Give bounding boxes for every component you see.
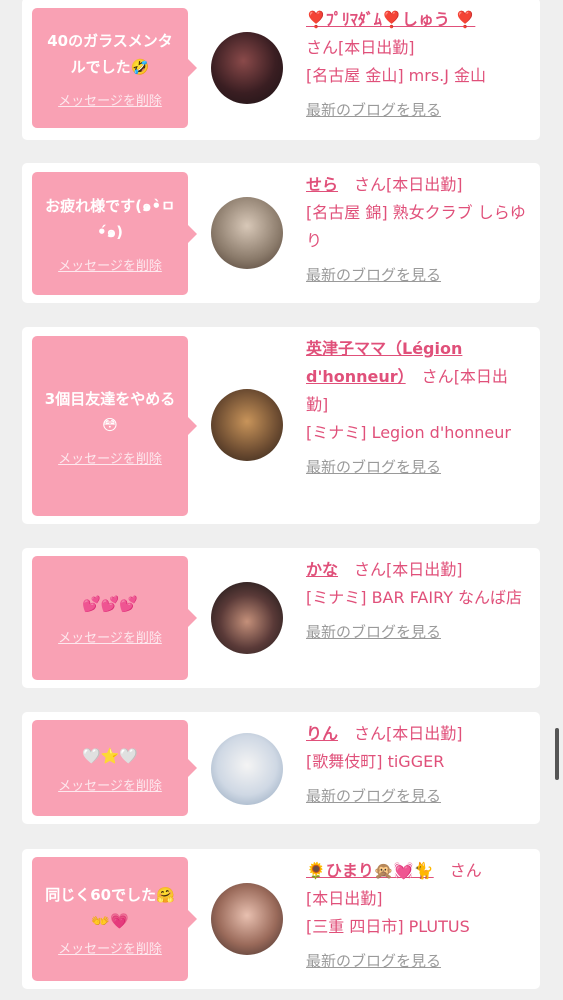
message-text: お疲れ様です(๑•̀ㅁ•́๑): [45, 197, 175, 241]
message-text: 同じく60でした🤗👐💗: [45, 885, 175, 930]
message-card: 💕💕💕 メッセージを削除 かな さん[本日出勤] [ミナミ] BAR FAIRY…: [22, 548, 540, 688]
message-bubble: 🤍⭐️🤍 メッセージを削除: [32, 720, 197, 816]
blog-link[interactable]: 最新のブログを見る: [306, 266, 441, 284]
message-text: 40のガラスメンタルでした🤣: [47, 31, 173, 76]
delete-message-link[interactable]: メッセージを削除: [58, 938, 162, 957]
profile-info: 英津子ママ（Légion d'honneur） さん[本日出勤] [ミナミ] L…: [306, 335, 530, 481]
message-bubble: 40のガラスメンタルでした🤣 メッセージを削除: [32, 8, 197, 128]
san-label: さん: [421, 367, 454, 386]
delete-message-link[interactable]: メッセージを削除: [58, 448, 162, 467]
message-card: 同じく60でした🤗👐💗 メッセージを削除 🌻ひまり🙊💓🐈 さん [本日出勤] […: [22, 849, 540, 989]
delete-message-link[interactable]: メッセージを削除: [58, 775, 162, 794]
san-label: さん: [449, 861, 482, 880]
status-label: [本日出勤]: [338, 38, 415, 57]
delete-message-link[interactable]: メッセージを削除: [58, 255, 162, 274]
profile-info: りん さん[本日出勤] [歌舞伎町] tiGGER 最新のブログを見る: [306, 720, 530, 810]
avatar[interactable]: [211, 32, 283, 104]
profile-name-link[interactable]: かな: [306, 560, 338, 579]
blog-link[interactable]: 最新のブログを見る: [306, 787, 441, 805]
san-label: さん: [306, 38, 339, 57]
profile-info: ❣️ﾌﾟﾘﾏﾀﾞﾑ❣️しゅう ❣️ さん[本日出勤] [名古屋 金山] mrs.…: [306, 6, 530, 124]
profile-info: かな さん[本日出勤] [ミナミ] BAR FAIRY なんば店 最新のブログを…: [306, 556, 530, 646]
message-text: 🤍⭐️🤍: [81, 746, 139, 765]
shop-label: [ミナミ] Legion d'honneur: [306, 423, 511, 442]
profile-name-link[interactable]: せら: [306, 175, 338, 194]
profile-name-link[interactable]: りん: [306, 724, 338, 743]
message-text: 💕💕💕: [81, 594, 139, 613]
blog-link[interactable]: 最新のブログを見る: [306, 458, 441, 476]
profile-name-link[interactable]: 🌻ひまり🙊💓🐈: [306, 861, 434, 880]
status-label: [本日出勤]: [386, 724, 463, 743]
blog-link[interactable]: 最新のブログを見る: [306, 952, 441, 970]
avatar[interactable]: [211, 582, 283, 654]
avatar[interactable]: [211, 733, 283, 805]
shop-label: [三重 四日市] PLUTUS: [306, 917, 470, 936]
message-bubble: 同じく60でした🤗👐💗 メッセージを削除: [32, 857, 197, 981]
message-bubble: 3個目友達をやめる😳 メッセージを削除: [32, 336, 197, 516]
blog-link[interactable]: 最新のブログを見る: [306, 101, 441, 119]
delete-message-link[interactable]: メッセージを削除: [58, 90, 162, 109]
scrollbar[interactable]: [555, 728, 559, 780]
shop-label: [歌舞伎町] tiGGER: [306, 752, 445, 771]
message-card: 3個目友達をやめる😳 メッセージを削除 英津子ママ（Légion d'honne…: [22, 327, 540, 524]
message-card: 40のガラスメンタルでした🤣 メッセージを削除 ❣️ﾌﾟﾘﾏﾀﾞﾑ❣️しゅう ❣…: [22, 0, 540, 140]
avatar[interactable]: [211, 197, 283, 269]
avatar[interactable]: [211, 883, 283, 955]
message-text: 3個目友達をやめる😳: [44, 389, 176, 434]
shop-label: [名古屋 金山] mrs.J 金山: [306, 66, 487, 85]
san-label: さん: [354, 560, 387, 579]
status-label: [本日出勤]: [386, 175, 463, 194]
profile-name-link[interactable]: ❣️ﾌﾟﾘﾏﾀﾞﾑ❣️しゅう ❣️: [306, 10, 475, 29]
message-bubble: お疲れ様です(๑•̀ㅁ•́๑) メッセージを削除: [32, 172, 197, 295]
blog-link[interactable]: 最新のブログを見る: [306, 623, 441, 641]
san-label: さん: [354, 175, 387, 194]
avatar[interactable]: [211, 389, 283, 461]
san-label: さん: [354, 724, 387, 743]
message-card: お疲れ様です(๑•̀ㅁ•́๑) メッセージを削除 せら さん[本日出勤] [名古…: [22, 163, 540, 303]
profile-info: せら さん[本日出勤] [名古屋 錦] 熟女クラブ しらゆり 最新のブログを見る: [306, 171, 530, 289]
status-label: [本日出勤]: [386, 560, 463, 579]
delete-message-link[interactable]: メッセージを削除: [58, 627, 162, 646]
shop-label: [名古屋 錦] 熟女クラブ しらゆり: [306, 203, 526, 250]
shop-label: [ミナミ] BAR FAIRY なんば店: [306, 588, 523, 607]
message-card: 🤍⭐️🤍 メッセージを削除 りん さん[本日出勤] [歌舞伎町] tiGGER …: [22, 712, 540, 824]
status-label: [本日出勤]: [306, 889, 383, 908]
profile-info: 🌻ひまり🙊💓🐈 さん [本日出勤] [三重 四日市] PLUTUS 最新のブログ…: [306, 857, 530, 975]
message-bubble: 💕💕💕 メッセージを削除: [32, 556, 197, 680]
